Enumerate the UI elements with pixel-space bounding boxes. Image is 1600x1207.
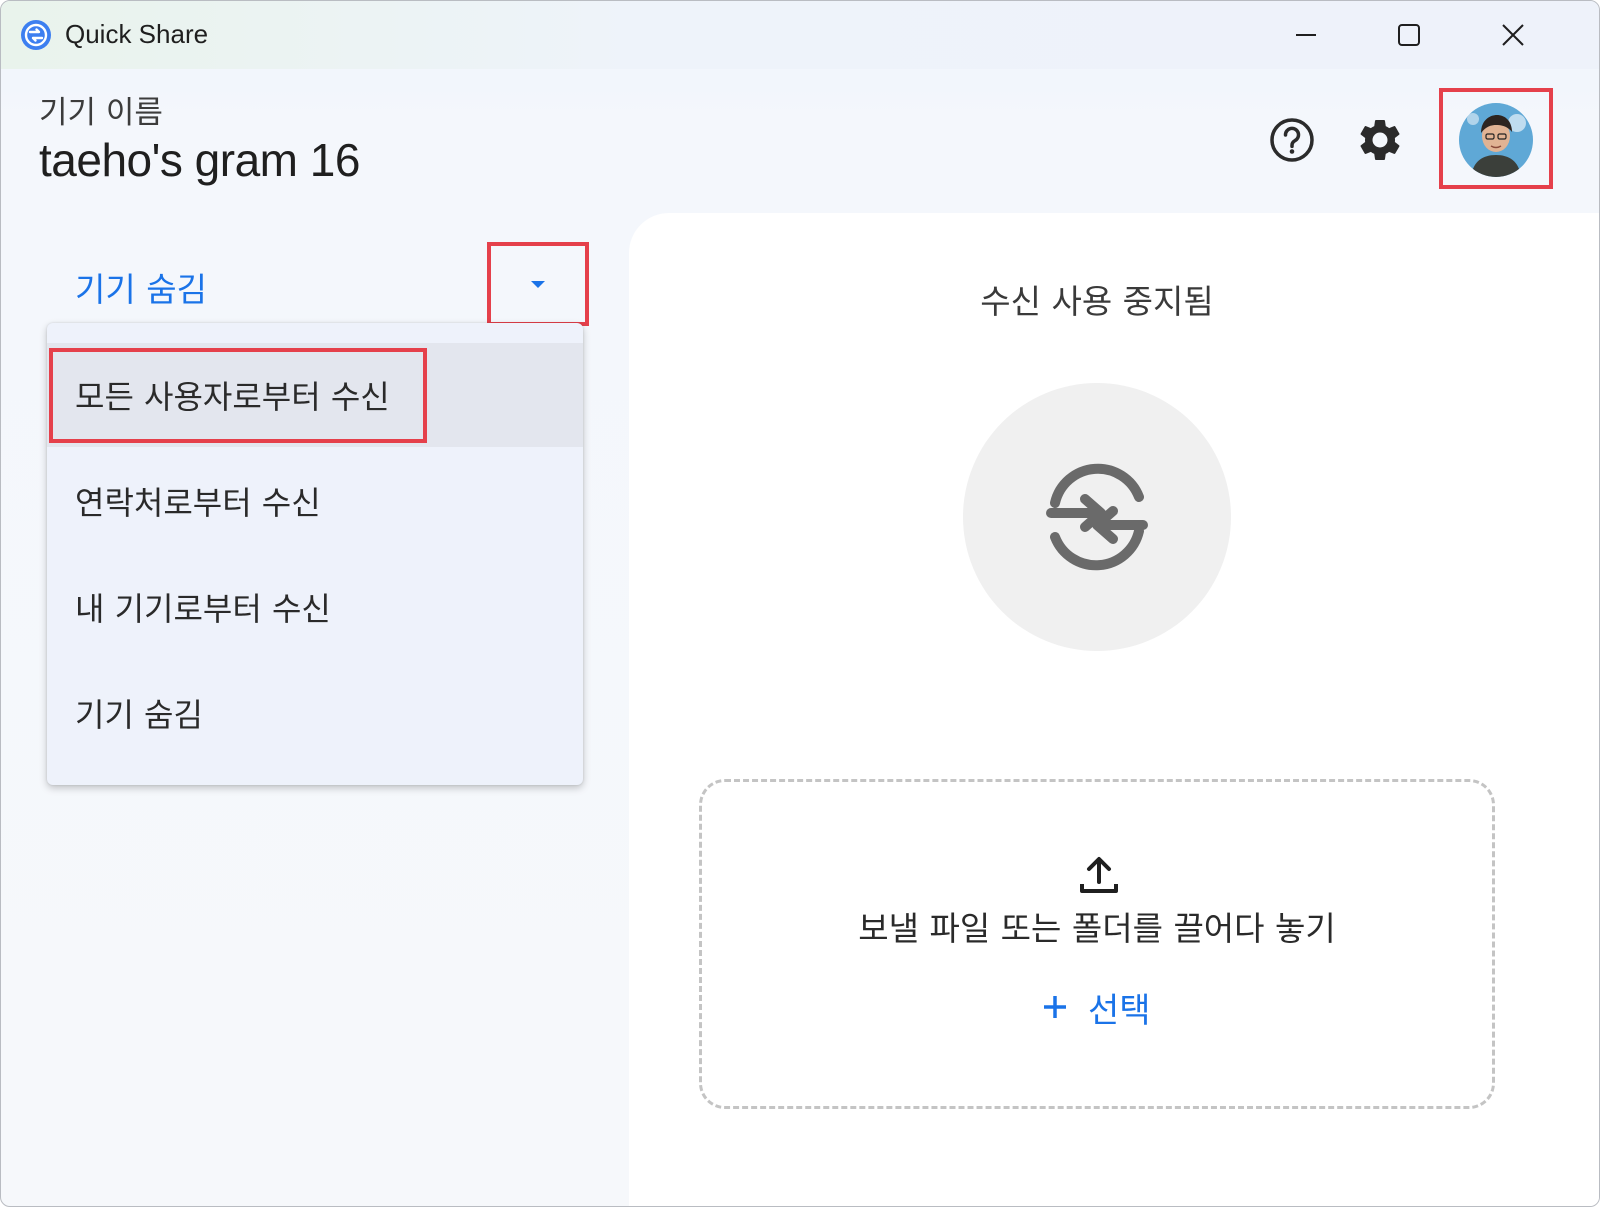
menu-item-receive-from-my-devices[interactable]: 내 기기로부터 수신 xyxy=(47,555,583,659)
visibility-current-label[interactable]: 기기 숨김 xyxy=(75,263,207,311)
select-files-label: 선택 xyxy=(1088,990,1151,1031)
title-bar: Quick Share xyxy=(1,1,1599,69)
settings-button[interactable] xyxy=(1355,115,1405,165)
menu-item-receive-from-contacts[interactable]: 연락처로부터 수신 xyxy=(47,449,583,553)
menu-item-label: 기기 숨김 xyxy=(75,696,203,734)
device-name-caption: 기기 이름 xyxy=(39,95,163,131)
window-title: Quick Share xyxy=(65,19,209,49)
receive-status-graphic xyxy=(963,383,1231,651)
help-icon xyxy=(1270,118,1314,162)
quick-share-icon xyxy=(21,20,51,50)
menu-item-label: 내 기기로부터 수신 xyxy=(75,590,331,628)
menu-item-hide-device[interactable]: 기기 숨김 xyxy=(47,661,583,765)
minimize-icon xyxy=(1296,34,1316,36)
minimize-button[interactable] xyxy=(1256,1,1356,69)
menu-item-label: 연락처로부터 수신 xyxy=(75,484,321,522)
maximize-button[interactable] xyxy=(1359,1,1459,69)
maximize-icon xyxy=(1398,24,1420,46)
drop-instruction-text: 보낼 파일 또는 폴더를 끌어다 놓기 xyxy=(858,909,1336,948)
close-button[interactable] xyxy=(1463,1,1563,69)
plus-icon xyxy=(1044,996,1066,1018)
menu-item-highlight-box xyxy=(49,348,427,443)
select-files-button[interactable]: 선택 xyxy=(1042,982,1151,1032)
help-button[interactable] xyxy=(1267,115,1317,165)
sync-arrows-icon xyxy=(1046,463,1148,571)
file-drop-zone[interactable]: 보낼 파일 또는 폴더를 끌어다 놓기 선택 xyxy=(699,779,1495,1109)
gear-icon xyxy=(1360,119,1400,160)
avatar-highlight-box xyxy=(1439,88,1553,189)
receive-status-text: 수신 사용 중지됨 xyxy=(980,282,1214,321)
share-panel: 수신 사용 중지됨 보낼 파일 또는 폴더를 끌어다 놓기 선택 xyxy=(629,213,1599,1206)
quick-share-window: Quick Share 기기 이름 taeho's gram 16 기기 숨김 … xyxy=(0,0,1600,1207)
dropdown-highlight-box xyxy=(487,242,589,326)
upload-icon xyxy=(1080,857,1118,893)
device-name: taeho's gram 16 xyxy=(39,134,360,186)
close-icon xyxy=(1502,24,1524,46)
